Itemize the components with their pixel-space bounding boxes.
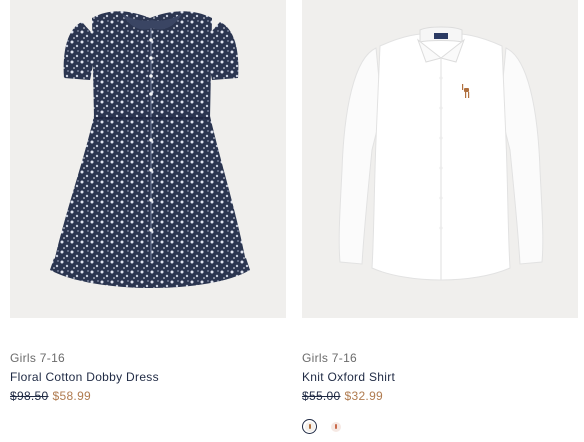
sale-price: $58.99 [52,389,92,403]
product-name-link[interactable]: Floral Cotton Dobby Dress [10,370,159,384]
original-price: $55.00 [302,389,341,403]
product-price: $98.50 $58.99 [10,389,91,403]
product-price: $55.00 $32.99 [302,389,383,403]
product-image-dress[interactable] [10,0,286,318]
pony-icon [330,421,341,432]
pony-icon [304,421,315,432]
product-card-shirt[interactable]: Girls 7-16 Knit Oxford Shirt $55.00 $32.9… [302,0,578,434]
product-card-dress[interactable]: Girls 7-16 Floral Cotton Dobby Dress $98… [10,0,286,403]
product-category: Girls 7-16 [10,351,66,365]
floral-dress-image [50,11,250,288]
product-category: Girls 7-16 [302,351,358,365]
pink-swatch[interactable] [328,419,343,434]
white-oxford-shirt-image [338,26,544,281]
color-swatches [302,419,343,434]
product-image-shirt[interactable] [302,0,578,318]
product-name-link[interactable]: Knit Oxford Shirt [302,370,395,384]
sale-price: $32.99 [344,389,384,403]
original-price: $98.50 [10,389,49,403]
white-swatch[interactable] [302,419,317,434]
